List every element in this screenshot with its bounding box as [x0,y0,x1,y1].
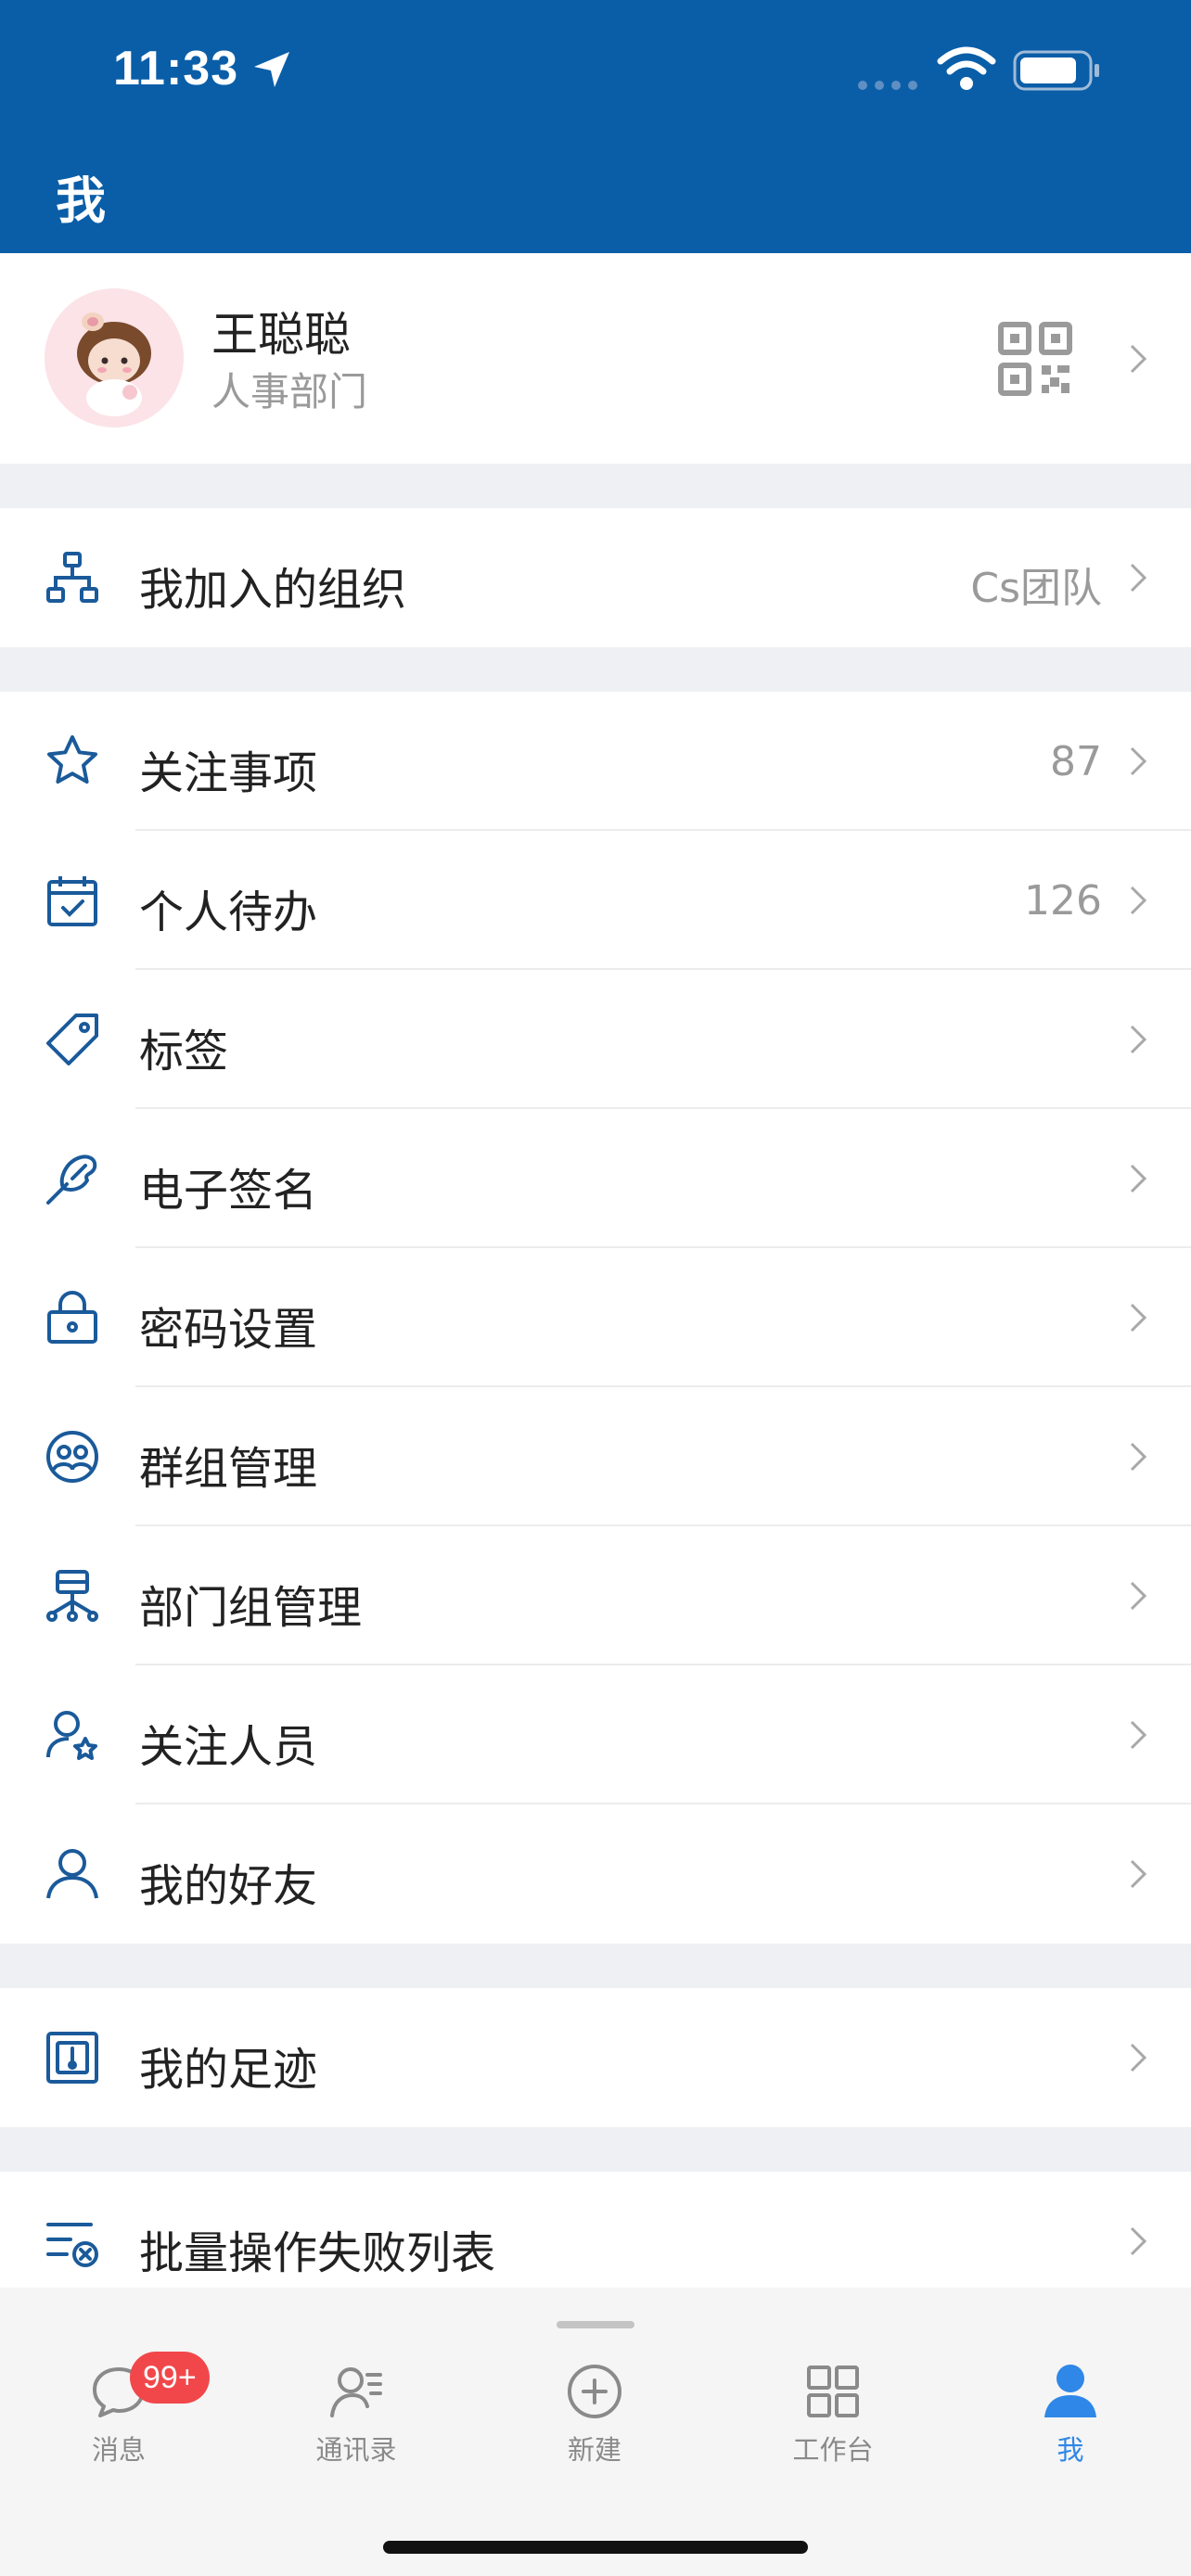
profile-card[interactable]: 王聪聪 人事部门 [0,253,1191,464]
wifi-icon [937,46,996,90]
tag-icon [46,1014,98,1065]
my-organization-row[interactable]: 我加入的组织 Cs团队 [0,508,1191,647]
tab-label: 消息 [91,2434,146,2466]
tab-label: 新建 [567,2434,621,2466]
cellular-signal-icon [858,81,917,90]
lock-icon [47,1291,97,1344]
qr-code-icon[interactable] [998,322,1072,396]
chevron-right-icon [1130,1720,1146,1750]
row-label: 密码设置 [139,1304,318,1356]
plus-circle-icon [568,2365,621,2418]
organization-name: Cs团队 [970,565,1102,612]
row-label: 关注事项 [139,747,318,799]
person-icon [46,1849,98,1899]
person-icon [1044,2365,1096,2417]
menu-item-followed-items[interactable]: 关注事项 87 [0,692,1191,831]
row-label: 电子签名 [139,1165,318,1217]
menu-item-group-management[interactable]: 群组管理 [0,1387,1191,1526]
row-label: 部门组管理 [139,1582,363,1634]
menu-item-my-friends[interactable]: 我的好友 [0,1804,1191,1944]
footprint-icon [46,2032,98,2084]
count-value: 87 [1050,738,1102,785]
grid-icon [807,2366,859,2417]
list-error-icon [46,2223,98,2267]
row-label: 标签 [139,1026,229,1078]
avatar-illustration [45,288,184,427]
menu-item-personal-todo[interactable]: 个人待办 126 [0,831,1191,970]
menu-item-e-signature[interactable]: 电子签名 [0,1109,1191,1248]
tab-workbench[interactable]: 工作台 [740,2362,926,2482]
department-tree-icon [46,1570,98,1622]
row-label: 个人待办 [139,886,318,938]
org-chart-icon [46,552,98,603]
group-icon [46,1431,98,1483]
star-icon [47,735,97,784]
battery-icon [1013,50,1099,91]
menu-item-batch-failed-list[interactable]: 批量操作失败列表 [0,2172,1191,2288]
batch-section: 批量操作失败列表 [0,2172,1191,2288]
avatar[interactable] [45,288,184,427]
user-department: 人事部门 [211,369,368,414]
tab-label: 我 [1057,2434,1084,2466]
chevron-right-icon [1130,1859,1146,1889]
menu-item-my-footprint[interactable]: 我的足迹 [0,1988,1191,2127]
chevron-right-icon [1130,1164,1146,1193]
contacts-icon [330,2367,382,2417]
chevron-right-icon [1130,563,1146,593]
row-label: 我加入的组织 [139,564,407,616]
tab-me[interactable]: 我 [978,2362,1163,2482]
row-label: 我的足迹 [139,2044,318,2096]
chevron-right-icon [1130,1303,1146,1333]
row-label: 我的好友 [139,1860,318,1912]
chevron-right-icon [1130,1442,1146,1472]
chevron-right-icon [1130,344,1146,374]
top-header: 11:33 我 [0,0,1191,253]
home-indicator [383,2541,808,2554]
status-time: 11:33 [113,42,239,96]
unread-badge: 99+ [130,2352,210,2404]
chevron-right-icon [1130,1025,1146,1054]
calendar-check-icon [47,876,97,926]
user-name: 王聪聪 [211,308,351,362]
tab-new[interactable]: 新建 [502,2362,687,2482]
organization-section: 我加入的组织 Cs团队 [0,508,1191,647]
drag-handle[interactable] [557,2321,634,2328]
menu-item-tags[interactable]: 标签 [0,970,1191,1109]
chevron-right-icon [1130,1581,1146,1611]
row-label: 关注人员 [139,1721,318,1773]
menu-item-followed-people[interactable]: 关注人员 [0,1665,1191,1804]
signature-icon [46,1154,97,1205]
footprint-section: 我的足迹 [0,1988,1191,2127]
page-title: 我 [56,172,106,230]
row-label: 批量操作失败列表 [139,2227,496,2279]
menu-item-department-group-management[interactable]: 部门组管理 [0,1526,1191,1665]
location-arrow-icon [254,52,289,87]
tab-contacts[interactable]: 通讯录 [263,2362,449,2482]
bottom-tab-bar: 消息 通讯录 新建 工作台 我 [0,2288,1191,2576]
menu-section: 关注事项 87 个人待办 126 标签 电子签名 密码设置 群组管理 部门组管理… [0,692,1191,1944]
chevron-right-icon [1130,2043,1146,2072]
row-label: 群组管理 [139,1443,318,1495]
chevron-right-icon [1130,2226,1146,2256]
count-value: 126 [1024,877,1102,925]
person-star-icon [46,1711,97,1760]
tab-label: 工作台 [792,2434,874,2466]
chevron-right-icon [1130,886,1146,915]
tab-label: 通讯录 [315,2434,397,2466]
menu-item-password-settings[interactable]: 密码设置 [0,1248,1191,1387]
chevron-right-icon [1130,746,1146,776]
